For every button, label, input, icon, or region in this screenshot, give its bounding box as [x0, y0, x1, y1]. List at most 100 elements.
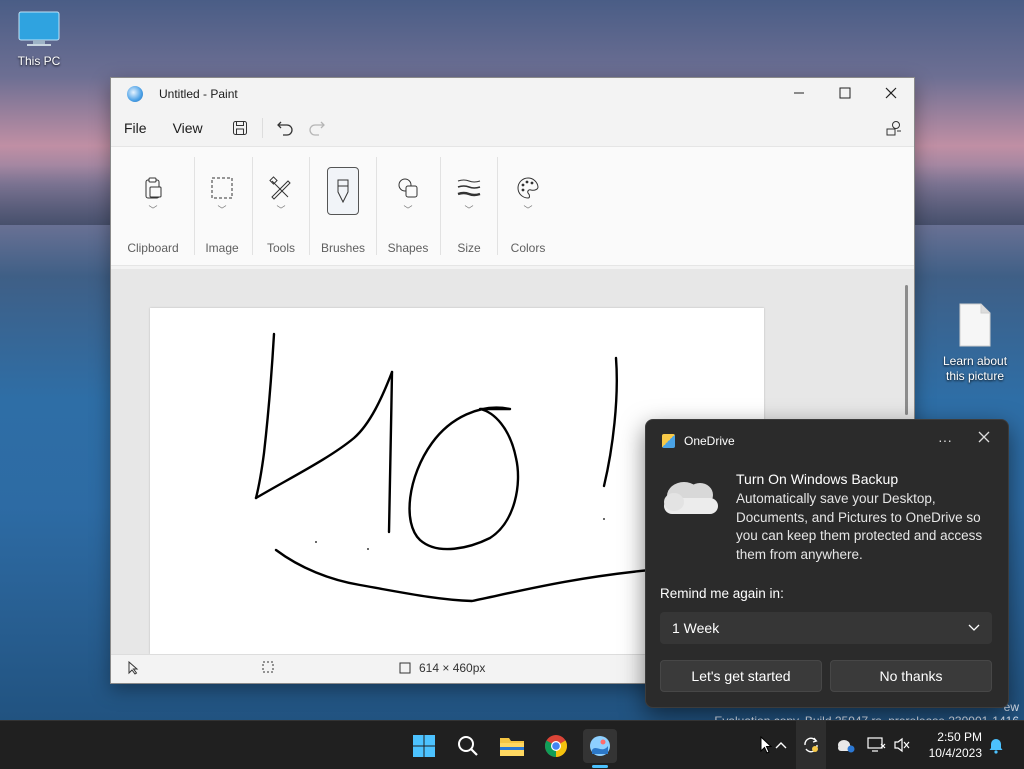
clock-date: 10/4/2023: [928, 746, 982, 760]
sync-tray-button[interactable]: [796, 721, 826, 769]
onedrive-tray-button[interactable]: [836, 721, 856, 769]
redo-icon: [309, 121, 325, 136]
lets-get-started-button[interactable]: Let's get started: [660, 660, 822, 692]
group-size[interactable]: ﹀ Size: [443, 147, 495, 265]
show-hidden-icons-button[interactable]: [774, 721, 788, 769]
document-icon: [959, 303, 991, 347]
chevron-up-icon: [775, 742, 787, 749]
chevron-down-icon: ﹀: [276, 205, 286, 215]
file-explorer-icon: [500, 738, 524, 756]
pointer-position: [127, 661, 139, 675]
group-label: Clipboard: [127, 241, 179, 255]
search-icon: [458, 736, 478, 756]
group-shapes[interactable]: ﹀ Shapes: [379, 147, 437, 265]
desktop-icon-label: Learn about this picture: [942, 354, 1008, 383]
clock-time: 2:50 PM: [937, 730, 982, 744]
monitor-icon: [18, 11, 60, 46]
line-size-icon: [452, 171, 486, 205]
cloud-icon: [664, 482, 718, 514]
taskbar: 2:50 PM 10/4/2023: [0, 720, 1024, 769]
group-label: Colors: [510, 241, 546, 255]
group-brushes[interactable]: Brushes: [315, 147, 371, 265]
group-colors[interactable]: ﹀ Colors: [501, 147, 555, 265]
notification-center-button[interactable]: [988, 721, 1004, 769]
ribbon-divider: [309, 157, 310, 255]
brush-icon: [327, 167, 359, 215]
menu-bar: File View: [111, 110, 914, 146]
chevron-down-icon: ﹀: [523, 205, 533, 215]
paint-taskbar-button[interactable]: [583, 729, 617, 763]
maximize-button[interactable]: [822, 78, 868, 108]
no-thanks-button[interactable]: No thanks: [830, 660, 992, 692]
close-button[interactable]: [868, 78, 914, 108]
chevron-down-icon: ﹀: [217, 205, 227, 215]
redo-button[interactable]: [301, 114, 333, 142]
ribbon-divider: [376, 157, 377, 255]
menu-file[interactable]: File: [111, 120, 160, 136]
taskbar-clock[interactable]: 2:50 PM 10/4/2023: [929, 729, 982, 761]
notification-close-button[interactable]: [978, 430, 990, 447]
vertical-scrollbar[interactable]: [905, 285, 908, 415]
cursor-icon: [128, 661, 139, 675]
canvas-size-text: 614 × 460px: [419, 661, 486, 675]
group-label: Shapes: [387, 241, 429, 255]
pencil-icon: [264, 171, 298, 205]
shapes-icon: [391, 171, 425, 205]
save-button[interactable]: [224, 114, 256, 142]
paint-app-icon: [127, 86, 143, 102]
cursor-icon: [760, 736, 772, 754]
toolbar-divider: [261, 118, 263, 138]
mouse-cursor: [760, 721, 772, 769]
group-label: Tools: [266, 241, 295, 255]
canvas-size: 614 × 460px: [399, 661, 485, 675]
start-icon: [413, 735, 435, 757]
chrome-button[interactable]: [539, 729, 573, 763]
remind-select-value: 1 Week: [672, 620, 720, 636]
save-icon: [232, 121, 247, 135]
network-icon: [867, 737, 886, 752]
canvas-size-icon: [399, 662, 411, 674]
search-button[interactable]: [451, 729, 485, 763]
ribbon: ﹀ Clipboard ﹀ Image ﹀ Tools Brushes ﹀ Sh…: [111, 146, 914, 266]
network-tray-button[interactable]: [866, 721, 886, 769]
bell-icon: [989, 739, 1003, 754]
paint-icon: [590, 736, 610, 756]
group-clipboard[interactable]: ﹀ Clipboard: [123, 147, 183, 265]
close-icon: [885, 87, 897, 99]
clipboard-icon: [136, 171, 170, 205]
menu-view[interactable]: View: [160, 120, 216, 136]
start-button[interactable]: [407, 729, 441, 763]
chevron-down-icon: ﹀: [464, 205, 474, 215]
account-settings-button[interactable]: [878, 114, 910, 142]
notification-body: Automatically save your Desktop, Documen…: [736, 491, 983, 562]
desktop-icon-learn-picture[interactable]: Learn about this picture: [938, 302, 1012, 384]
onedrive-notification: OneDrive ··· Turn On Windows Backup Auto…: [645, 419, 1009, 708]
volume-tray-button[interactable]: [893, 721, 911, 769]
chevron-down-icon: ﹀: [148, 205, 158, 215]
group-label: Brushes: [320, 241, 366, 255]
ellipsis-icon: ···: [938, 432, 952, 448]
minimize-icon: [794, 92, 804, 94]
close-icon: [978, 431, 990, 443]
group-tools[interactable]: ﹀ Tools: [253, 147, 309, 265]
more-options-button[interactable]: ···: [938, 432, 952, 448]
undo-button[interactable]: [269, 114, 301, 142]
remind-label: Remind me again in:: [660, 586, 784, 601]
chevron-down-icon: [968, 624, 980, 631]
file-explorer-button[interactable]: [495, 729, 529, 763]
chevron-down-icon: ﹀: [403, 205, 413, 215]
remind-select[interactable]: 1 Week: [660, 612, 992, 644]
desktop-icon-label: This PC: [17, 54, 61, 68]
chrome-icon: [545, 735, 567, 757]
window-title: Untitled - Paint: [159, 87, 238, 101]
palette-icon: [511, 171, 545, 205]
group-label: Size: [457, 241, 481, 255]
group-image[interactable]: ﹀ Image: [195, 147, 249, 265]
undo-icon: [276, 121, 293, 136]
desktop-icon-this-pc[interactable]: This PC: [12, 10, 66, 69]
notification-title: Turn On Windows Backup: [736, 471, 899, 487]
selection-size: [262, 661, 274, 673]
ribbon-divider: [497, 157, 498, 255]
minimize-button[interactable]: [776, 78, 822, 108]
title-bar[interactable]: Untitled - Paint: [111, 78, 914, 110]
